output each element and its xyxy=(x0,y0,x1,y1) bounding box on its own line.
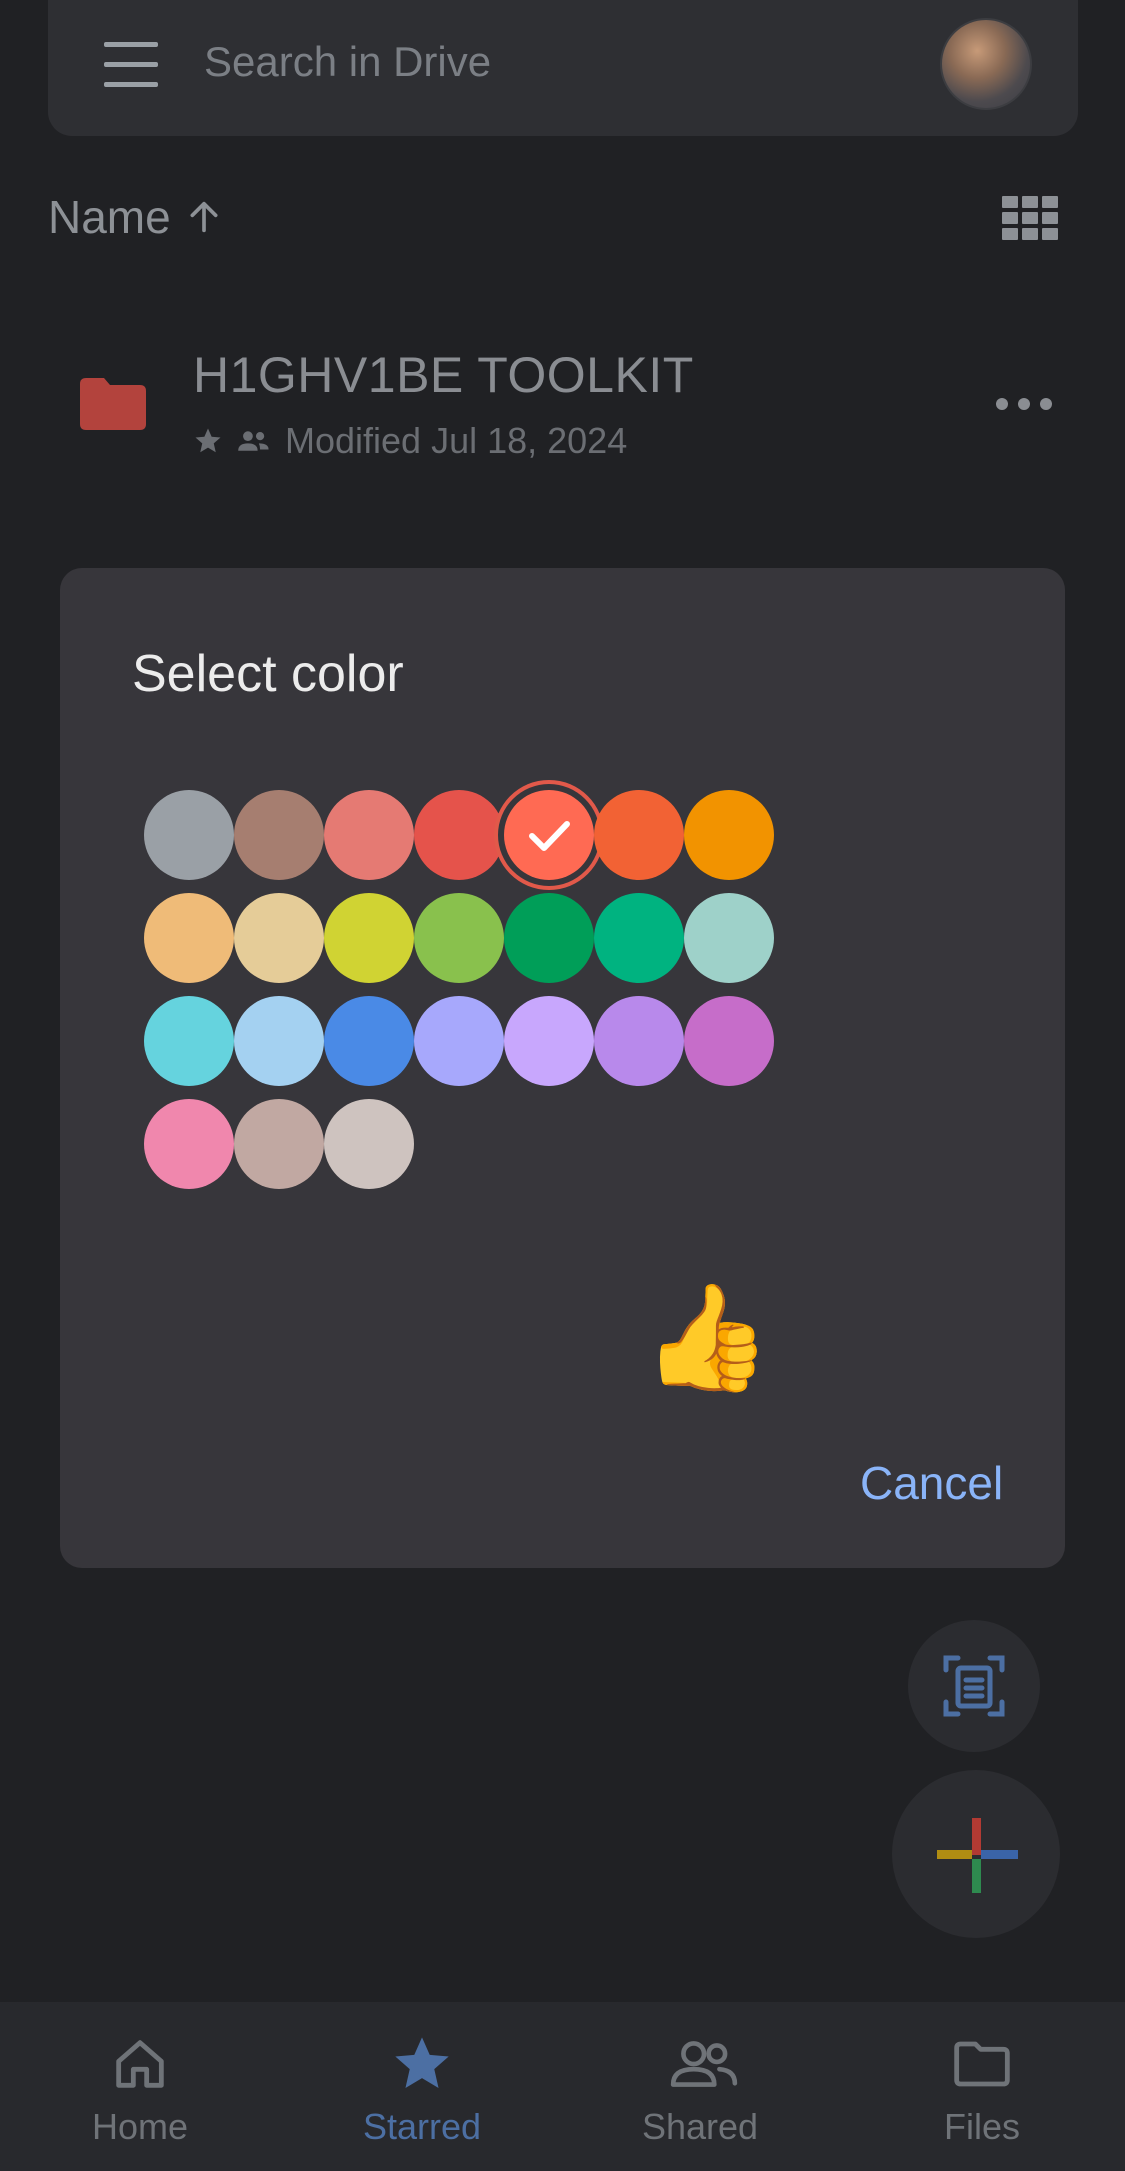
nav-files-label: Files xyxy=(943,2106,1020,2147)
color-swatch[interactable] xyxy=(324,893,414,983)
sort-button[interactable]: Name xyxy=(48,190,224,244)
color-swatch[interactable] xyxy=(234,790,324,880)
color-swatch[interactable] xyxy=(594,996,684,1086)
checkmark-icon xyxy=(529,821,570,851)
nav-home[interactable]: Home xyxy=(40,2002,240,2171)
color-swatch[interactable] xyxy=(504,996,594,1086)
avatar[interactable] xyxy=(940,18,1032,110)
color-swatch[interactable] xyxy=(594,790,684,880)
nav-shared[interactable]: Shared xyxy=(600,2002,800,2171)
color-swatch[interactable] xyxy=(324,790,414,880)
cancel-button[interactable]: Cancel xyxy=(860,1456,1003,1510)
search-bar[interactable]: Search in Drive xyxy=(48,0,1078,136)
folder-icon xyxy=(954,2041,1010,2087)
select-color-dialog: Select color 👍 Cancel xyxy=(60,568,1065,1568)
nav-starred-label: Starred xyxy=(362,2106,482,2147)
scan-button[interactable] xyxy=(908,1620,1040,1752)
color-swatch[interactable] xyxy=(414,893,504,983)
color-swatch[interactable] xyxy=(684,996,774,1086)
nav-starred[interactable]: Starred xyxy=(322,2002,522,2171)
sort-label: Name xyxy=(48,191,171,243)
file-meta: Modified Jul 18, 2024 xyxy=(193,420,627,462)
new-button[interactable] xyxy=(892,1770,1060,1938)
star-icon xyxy=(195,428,221,453)
plus-icon xyxy=(937,1818,1018,1893)
more-options-icon[interactable] xyxy=(996,396,1052,412)
arrow-up-icon xyxy=(190,201,217,233)
people-icon xyxy=(670,2041,738,2087)
file-name[interactable]: H1GHV1BE TOOLKIT xyxy=(193,346,694,404)
nav-files[interactable]: Files xyxy=(882,2002,1082,2171)
nav-shared-label: Shared xyxy=(641,2106,759,2147)
star-icon xyxy=(395,2037,449,2088)
color-swatch[interactable] xyxy=(234,1099,324,1189)
color-swatch[interactable] xyxy=(324,996,414,1086)
grid-view-icon[interactable] xyxy=(1002,196,1058,240)
color-swatch[interactable] xyxy=(144,1099,234,1189)
color-swatch[interactable] xyxy=(504,893,594,983)
menu-icon[interactable] xyxy=(104,42,164,88)
search-input[interactable]: Search in Drive xyxy=(204,38,491,86)
color-swatch[interactable] xyxy=(234,893,324,983)
color-swatch[interactable] xyxy=(144,893,234,983)
folder-icon xyxy=(80,378,146,430)
color-swatch[interactable] xyxy=(684,893,774,983)
thumbs-up-emoji: 👍 xyxy=(642,1280,772,1396)
color-swatch[interactable] xyxy=(594,893,684,983)
color-swatch[interactable] xyxy=(234,996,324,1086)
color-swatch[interactable] xyxy=(324,1099,414,1189)
bottom-navigation: Home Starred Shared Files xyxy=(0,2002,1125,2171)
color-swatch[interactable] xyxy=(414,996,504,1086)
scan-icon xyxy=(943,1655,1005,1717)
dialog-title: Select color xyxy=(132,645,404,703)
color-swatch[interactable] xyxy=(684,790,774,880)
color-swatch[interactable] xyxy=(414,790,504,880)
modified-date: Modified Jul 18, 2024 xyxy=(285,420,628,461)
color-swatch[interactable] xyxy=(504,790,594,880)
color-swatch[interactable] xyxy=(144,996,234,1086)
shared-icon xyxy=(238,431,269,451)
home-icon xyxy=(116,2040,164,2088)
color-swatch[interactable] xyxy=(144,790,234,880)
nav-home-label: Home xyxy=(91,2106,189,2147)
